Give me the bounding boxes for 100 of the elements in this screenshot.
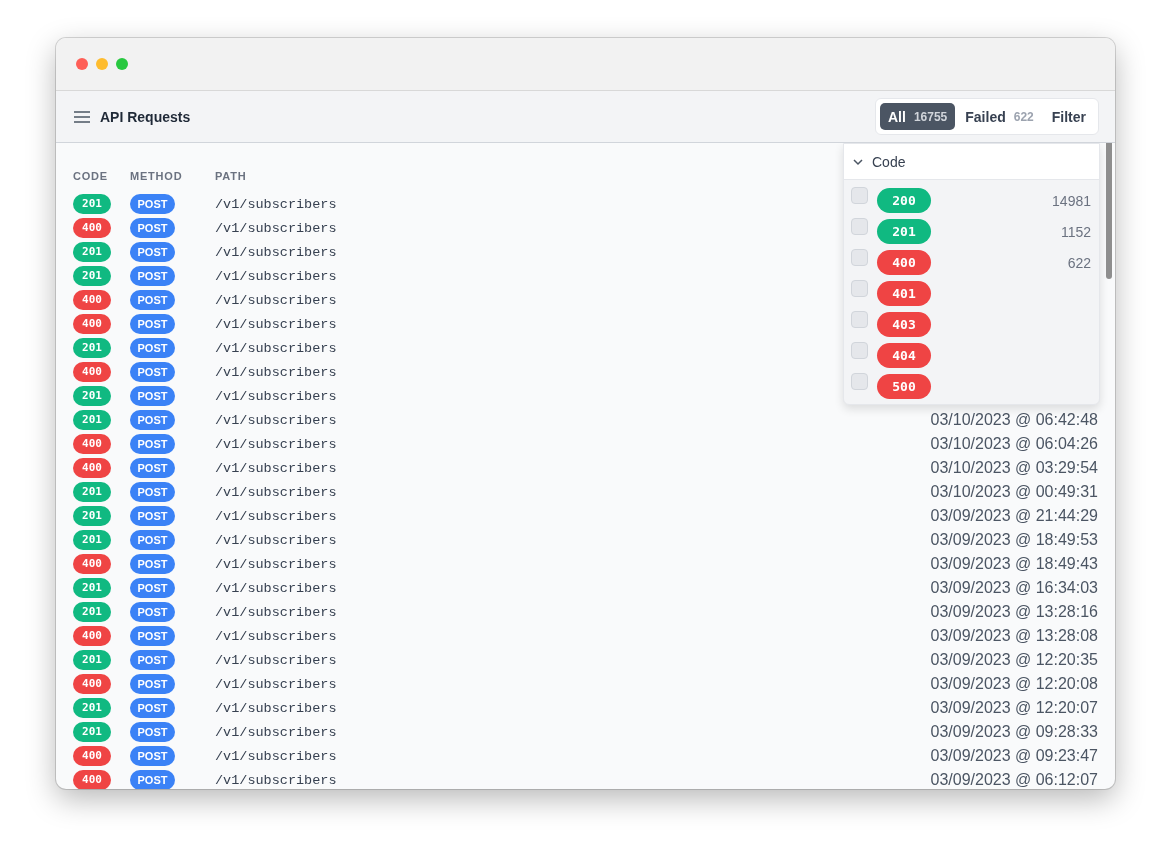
method-badge: POST [130,722,175,742]
status-code-badge: 400 [877,250,931,275]
count-text: 622 [1067,254,1091,271]
method-badge: POST [130,410,175,430]
path-text: /v1/subscribers [215,652,337,668]
method-badge: POST [130,290,175,310]
filter-tab[interactable]: Failed 622 [957,103,1042,130]
checkbox[interactable] [851,373,868,390]
path-text: /v1/subscribers [215,268,337,284]
path-text: /v1/subscribers [215,340,337,356]
status-code-badge: 400 [73,218,111,238]
timestamp-text: 03/09/2023 @ 09:23:47 [930,747,1098,765]
timestamp-text: 03/09/2023 @ 12:20:35 [930,651,1098,669]
method-badge: POST [130,386,175,406]
zoom-button[interactable] [116,58,128,70]
status-code-badge: 201 [73,578,111,598]
filter-tab[interactable]: Filter [1043,103,1094,130]
checkbox[interactable] [851,218,868,235]
status-code-badge: 400 [73,554,111,574]
method-badge: POST [130,650,175,670]
close-button[interactable] [76,58,88,70]
checkbox[interactable] [851,280,868,297]
method-badge: POST [130,218,175,238]
page-title: API Requests [100,108,191,125]
filter-tab[interactable]: All 16755 [880,103,956,130]
timestamp-text: 03/09/2023 @ 12:20:08 [930,675,1098,693]
timestamp-text: 03/09/2023 @ 13:28:08 [930,627,1098,645]
path-text: /v1/subscribers [215,388,337,404]
method-badge: POST [130,626,175,646]
timestamp-text: 03/09/2023 @ 13:28:16 [930,603,1098,621]
path-text: /v1/subscribers [215,364,337,380]
status-code-badge: 201 [73,722,111,742]
path-text: /v1/subscribers [215,676,337,692]
status-code-badge: 201 [73,506,111,526]
status-code-badge: 500 [877,374,931,399]
status-code-badge: 201 [73,530,111,550]
status-code-badge: 400 [73,674,111,694]
method-badge: POST [130,674,175,694]
path-text: /v1/subscribers [215,748,337,764]
timestamp-text: 03/09/2023 @ 06:12:07 [930,771,1098,789]
status-code-badge: 201 [73,194,111,214]
path-text: /v1/subscribers [215,556,337,572]
minimize-button[interactable] [96,58,108,70]
method-badge: POST [130,530,175,550]
checkbox[interactable] [851,342,868,359]
method-badge: POST [130,458,175,478]
status-code-badge: 400 [73,770,111,789]
status-code-badge: 201 [73,650,111,670]
timestamp-text: 03/09/2023 @ 21:44:29 [930,507,1098,525]
checkbox[interactable] [851,187,868,204]
path-text: /v1/subscribers [215,724,337,740]
path-text: /v1/subscribers [215,700,337,716]
status-code-badge: 403 [877,312,931,337]
checkbox[interactable] [851,311,868,328]
column-header: PATH [215,170,247,182]
timestamp-text: 03/09/2023 @ 18:49:53 [930,531,1098,549]
method-badge: POST [130,506,175,526]
timestamp-text: 03/09/2023 @ 09:28:33 [930,723,1098,741]
status-code-badge: 201 [73,602,111,622]
status-code-badge: 400 [73,746,111,766]
path-text: /v1/subscribers [215,772,337,788]
status-code-badge: 201 [73,698,111,718]
status-code-badge: 400 [73,290,111,310]
method-badge: POST [130,554,175,574]
timestamp-text: 03/10/2023 @ 06:04:26 [930,435,1098,453]
path-text: /v1/subscribers [215,244,337,260]
path-text: /v1/subscribers [215,412,337,428]
timestamp-text: 03/10/2023 @ 03:29:54 [930,459,1098,477]
method-badge: POST [130,770,175,789]
path-text: /v1/subscribers [215,508,337,524]
method-badge: POST [130,746,175,766]
status-code-badge: 201 [73,410,111,430]
scrollbar-thumb[interactable] [1106,143,1112,279]
status-code-badge: 201 [73,338,111,358]
chevron-down-icon [853,156,863,167]
status-code-badge: 401 [877,281,931,306]
status-code-badge: 201 [73,266,111,286]
path-text: /v1/subscribers [215,628,337,644]
filter-section-title: Code [872,153,906,170]
path-text: /v1/subscribers [215,460,337,476]
column-header: CODE [73,170,109,182]
filter-section-header[interactable]: Code [844,144,1099,180]
menu-icon[interactable] [74,110,90,123]
timestamp-text: 03/09/2023 @ 18:49:43 [930,555,1098,573]
path-text: /v1/subscribers [215,196,337,212]
checkbox[interactable] [851,249,868,266]
status-code-badge: 201 [73,482,111,502]
path-text: /v1/subscribers [215,532,337,548]
path-text: /v1/subscribers [215,580,337,596]
status-code-badge: 404 [877,343,931,368]
count-text: 1152 [1060,223,1091,240]
count-text: 14981 [1052,192,1091,209]
method-badge: POST [130,362,175,382]
method-badge: POST [130,602,175,622]
method-badge: POST [130,314,175,334]
timestamp-text: 03/09/2023 @ 16:34:03 [930,579,1098,597]
timestamp-text: 03/09/2023 @ 12:20:07 [930,699,1098,717]
status-code-badge: 201 [73,386,111,406]
method-badge: POST [130,242,175,262]
path-text: /v1/subscribers [215,316,337,332]
